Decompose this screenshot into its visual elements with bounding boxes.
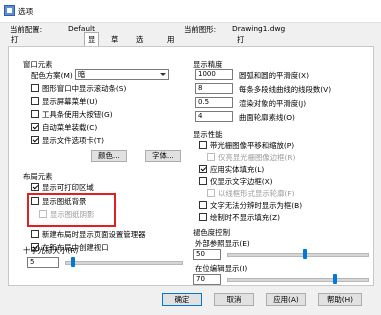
inplace-slider-thumb[interactable] [332,274,337,284]
screen-menu-label: 显示屏幕菜单(U) [42,97,98,106]
checkbox-paper-shadow[interactable] [39,210,47,218]
checkbox-file-tabs[interactable] [31,136,39,144]
colors-button[interactable]: 颜色... [91,150,127,162]
layout-elements-title: 布局元素 [23,172,53,181]
checkbox-raster-frame-only[interactable] [207,153,215,161]
xref-slider-track[interactable] [227,253,369,257]
checkbox-auto-menu-load[interactable] [31,123,39,131]
tab-display[interactable]: 显示 [84,32,100,57]
color-scheme-select[interactable]: 暗 [75,69,169,80]
display-tab-panel: 窗口元素 配色方案(M) 暗 图形窗口中显示滚动条(S) 显示屏幕菜单(U) 工… [8,46,374,286]
fonts-button[interactable]: 字体... [145,150,181,162]
contour-lines-label: 曲面轮廓素线(O) [239,113,295,122]
display-performance-title: 显示性能 [193,130,223,139]
arc-smoothness-label: 圆弧和圆的平滑度(X) [239,71,309,80]
color-scheme-label: 配色方案(M) [31,71,73,80]
checkbox-text-as-box[interactable] [199,201,207,209]
tab-drafting[interactable]: 草图 [108,34,121,55]
silhouettes-wireframe-label: 以线框形式显示轮廓(F) [218,189,295,198]
apply-button[interactable]: 应用(A) [266,293,306,306]
checkbox-scrollbars[interactable] [31,84,39,92]
checkbox-page-setup-manager[interactable] [31,230,39,238]
tab-user-preferences-profiles[interactable]: 用户系统配置 配置 [164,34,177,121]
checkbox-no-fill-drawing[interactable] [199,213,207,221]
raster-frame-only-label: 仅亮显光栅图像边框(R) [218,153,296,162]
polyline-segments-input[interactable]: 8 [195,83,233,94]
fade-control-title: 褪色度控制 [193,228,230,237]
checkbox-raster-pan-zoom[interactable] [199,141,207,149]
help-button[interactable]: 帮助(H) [318,293,362,306]
paper-background-label: 显示图纸背景 [42,197,87,206]
checkbox-paper-background[interactable] [31,197,39,205]
color-scheme-value: 暗 [78,70,86,79]
ok-button[interactable]: 确定 [162,293,202,306]
inplace-slider-track[interactable] [227,278,369,282]
title-bar[interactable]: 选项 [0,0,381,23]
page-setup-manager-label: 新建布局时显示页面设置管理器 [42,230,146,239]
large-buttons-label: 工具条使用大按钮(G) [42,110,113,119]
render-smoothness-input[interactable]: 0.5 [195,97,233,108]
auto-menu-load-label: 自动菜单装载(C) [42,123,98,132]
raster-pan-zoom-label: 带光栅图像平移和缩放(P) [210,141,295,150]
window-title: 选项 [18,7,34,16]
text-as-box-label: 文字无法分辨时显示为框(B) [210,201,303,210]
crosshair-title: 十字光标大小(R) [23,246,79,255]
tab-open-save-files[interactable]: 打开和保存 文件 [8,34,21,110]
checkbox-large-buttons[interactable] [31,110,39,118]
crosshair-slider-thumb[interactable] [70,257,75,267]
text-boundary-label: 仅显示文字边框(X) [210,177,273,186]
options-app-icon [4,5,15,16]
crosshair-size-input[interactable]: 5 [27,257,59,268]
xref-fade-input[interactable]: 50 [193,249,221,260]
current-drawing-value: Drawing1.dwg [232,24,286,33]
contour-lines-input[interactable]: 4 [195,111,233,122]
paper-shadow-label: 显示图纸阴影 [50,210,95,219]
xref-slider-thumb[interactable] [302,249,307,259]
cancel-button[interactable]: 取消 [214,293,254,306]
current-drawing-label: 当前图形: [184,25,217,34]
inplace-fade-input[interactable]: 70 [193,274,221,285]
polyline-segments-label: 每条多段线曲线的线段数(V) [239,85,332,94]
checkbox-solid-fill[interactable] [199,165,207,173]
file-tabs-label: 显示文件选项卡(T) [42,136,105,145]
printable-area-label: 显示可打印区域 [42,183,94,192]
no-fill-drawing-label: 绘制时不显示填充(Z) [210,213,280,222]
arc-smoothness-input[interactable]: 1000 [195,69,233,80]
checkbox-silhouettes-wireframe[interactable] [207,189,215,197]
checkbox-screen-menu[interactable] [31,97,39,105]
tab-selection[interactable]: 选择集 [133,34,146,66]
chevron-down-icon [160,73,166,76]
scrollbars-label: 图形窗口中显示滚动条(S) [42,84,127,93]
inplace-edit-label: 在位编辑显示(I) [195,264,248,273]
window-elements-title: 窗口元素 [23,60,53,69]
checkbox-printable-area[interactable] [31,183,39,191]
checkbox-text-boundary[interactable] [199,177,207,185]
xref-display-label: 外部参照显示(E) [195,239,250,248]
solid-fill-label: 应用实体填充(L) [210,165,265,174]
options-dialog: 选项 当前配置: Default 当前图形: Drawing1.dwg 打开和保… [0,0,381,315]
render-smoothness-label: 渲染对象的平滑度(J) [239,99,307,108]
tab-plot[interactable]: 打印 [234,34,247,55]
crosshair-slider-track[interactable] [65,261,183,265]
